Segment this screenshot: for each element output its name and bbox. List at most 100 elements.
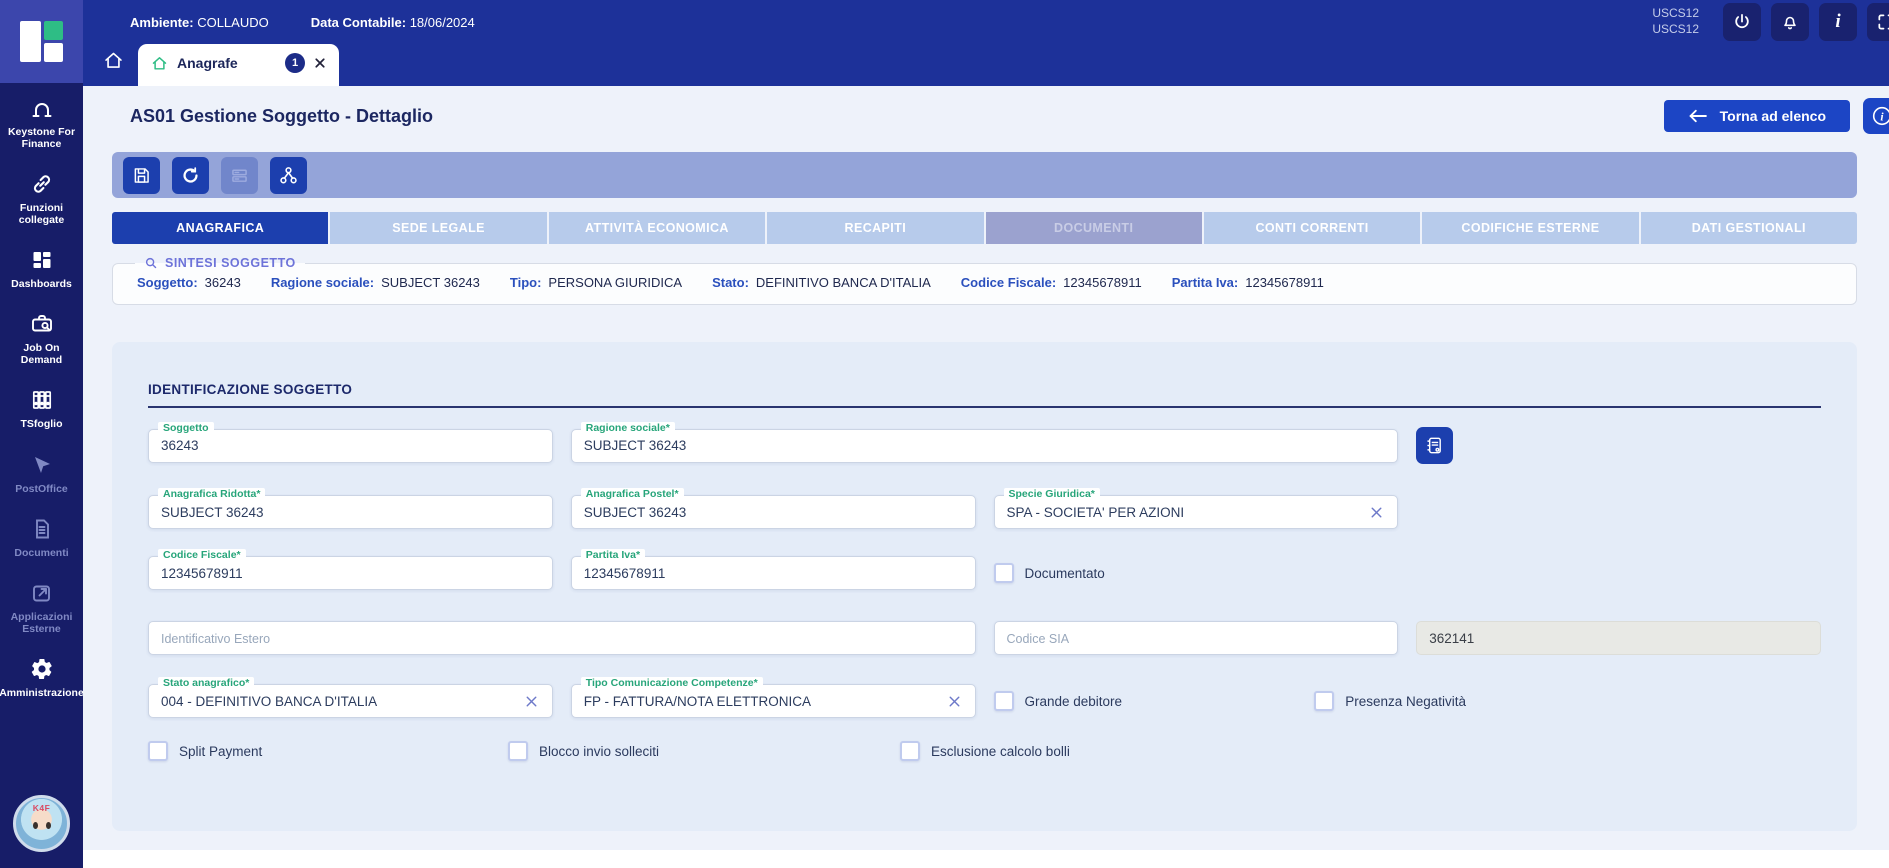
ragione-sociale-field[interactable]: Ragione sociale* <box>570 421 1399 463</box>
refresh-button[interactable] <box>172 156 209 194</box>
share-button[interactable] <box>270 156 307 194</box>
esclusione-calcolo-bolli-checkbox[interactable]: Esclusione calcolo bolli <box>900 741 1070 761</box>
partita-iva-field[interactable]: Partita Iva* <box>570 549 976 590</box>
notifications-bell-icon[interactable] <box>1771 3 1809 41</box>
external-link-icon <box>29 580 55 606</box>
blocco-invio-solleciti-checkbox[interactable]: Blocco invio solleciti <box>508 741 900 761</box>
rubrica-button[interactable] <box>1416 427 1454 464</box>
info-icon[interactable]: i <box>1819 3 1857 41</box>
sidebar-item-funzioni-collegate[interactable]: Funzioni collegate <box>0 169 83 228</box>
readonly-code-value <box>1429 630 1808 646</box>
sidebar-item-postoffice[interactable]: PostOffice <box>0 450 83 497</box>
tab-sede-legale[interactable]: SEDE LEGALE <box>330 212 547 244</box>
sidebar-item-dashboards[interactable]: Dashboards <box>0 245 83 292</box>
page-info-button[interactable]: i <box>1863 98 1889 134</box>
logo-block <box>20 21 41 62</box>
sidebar-item-amministrazione[interactable]: Amministrazione <box>0 654 84 701</box>
anagrafica-ridotta-input[interactable] <box>161 504 540 520</box>
specie-giuridica-field[interactable]: Specie Giuridica* <box>993 488 1399 529</box>
data-contabile-info: Data Contabile: 18/06/2024 <box>310 14 475 30</box>
sintesi-soggetto-panel: SINTESI SOGGETTO Soggetto: 36243 Ragione … <box>112 256 1857 305</box>
torna-ad-elenco-button[interactable]: Torna ad elenco <box>1663 100 1850 132</box>
tab-codifiche-esterne[interactable]: CODIFICHE ESTERNE <box>1422 212 1639 244</box>
dashboard-grid-icon <box>29 247 55 273</box>
identificativo-estero-field[interactable] <box>148 621 976 655</box>
sidebar-nav: Keystone For Finance Funzioni collegate … <box>0 93 84 701</box>
tab-anagrafica[interactable]: ANAGRAFICA <box>112 212 329 244</box>
sidebar-item-documenti[interactable]: Documenti <box>0 514 83 561</box>
tab-documenti: DOCUMENTI <box>985 212 1202 244</box>
split-payment-checkbox-input[interactable] <box>148 741 168 761</box>
presenza-negativita-checkbox[interactable]: Presenza Negatività <box>1314 691 1821 711</box>
sidebar-item-tsfoglio[interactable]: TSfoglio <box>0 385 83 432</box>
anagrafica-postel-input[interactable] <box>583 504 963 520</box>
tab-dati-gestionali[interactable]: DATI GESTIONALI <box>1640 212 1857 244</box>
tab-recapiti[interactable]: RECAPITI <box>767 212 984 244</box>
app-window: Keystone For Finance Funzioni collegate … <box>0 0 1889 868</box>
anagrafica-postel-field[interactable]: Anagrafica Postel* <box>570 488 976 529</box>
user-avatar[interactable]: K4F <box>13 795 70 852</box>
logo-blocks <box>44 21 63 62</box>
topbar-tab-row: Anagrafe 1 <box>83 44 1889 86</box>
specie-giuridica-input[interactable] <box>1006 504 1361 520</box>
tab-anagrafe[interactable]: Anagrafe 1 <box>138 44 339 86</box>
topbar-info-row: Ambiente: COLLAUDO Data Contabile: 18/06… <box>83 0 1889 44</box>
ragione-sociale-input[interactable] <box>583 438 1386 453</box>
list-button <box>221 156 258 194</box>
partita-iva-input[interactable] <box>583 565 963 581</box>
soggetto-input[interactable] <box>161 438 540 453</box>
codice-fiscale-input[interactable] <box>161 565 540 581</box>
sidebar-item-applicazioni-esterne[interactable]: Applicazioni Esterne <box>0 578 83 637</box>
share-nodes-icon <box>280 166 297 183</box>
app-logo[interactable] <box>0 0 83 83</box>
codice-fiscale-field[interactable]: Codice Fiscale* <box>148 549 553 590</box>
codice-sia-field[interactable] <box>993 621 1399 655</box>
action-toolbar <box>112 152 1857 198</box>
ambiente-info: Ambiente: COLLAUDO <box>130 14 269 30</box>
codice-sia-input[interactable] <box>1006 630 1386 646</box>
documentato-checkbox-input[interactable] <box>993 563 1014 583</box>
presenza-negativita-checkbox-input[interactable] <box>1314 691 1335 711</box>
tab-conti-correnti[interactable]: CONTI CORRENTI <box>1203 212 1421 244</box>
document-icon <box>29 516 55 542</box>
svg-text:i: i <box>1880 111 1884 123</box>
sidebar-item-job-on-demand[interactable]: Job On Demand <box>0 309 83 368</box>
stato-anagrafico-field[interactable]: Stato anagrafico* <box>148 677 553 718</box>
identificativo-estero-input[interactable] <box>161 630 963 646</box>
info-circle-icon: i <box>1872 106 1889 126</box>
readonly-code-field <box>1416 621 1821 655</box>
blocco-invio-solleciti-checkbox-input[interactable] <box>508 741 528 761</box>
sidebar-item-keystone-for-finance[interactable]: Keystone For Finance <box>0 93 83 152</box>
binders-icon <box>29 387 55 413</box>
clear-icon[interactable] <box>523 693 540 710</box>
sidebar: Keystone For Finance Funzioni collegate … <box>0 0 84 868</box>
sintesi-values: Soggetto: 36243 Ragione sociale: SUBJECT 3… <box>137 275 1324 290</box>
documentato-checkbox[interactable]: Documentato <box>993 563 1399 583</box>
clear-icon[interactable] <box>946 693 963 710</box>
save-icon <box>134 167 149 183</box>
page-title: AS01 Gestione Soggetto - Dettaglio <box>130 105 434 126</box>
server-rows-icon <box>232 169 247 182</box>
tipo-comunicazione-input[interactable] <box>583 693 938 709</box>
main-area: AS01 Gestione Soggetto - Dettaglio Torna… <box>83 82 1889 868</box>
esclusione-calcolo-bolli-checkbox-input[interactable] <box>900 741 920 761</box>
grande-debitore-checkbox-input[interactable] <box>993 691 1014 711</box>
user-code: USCS12 USCS12 <box>1652 6 1699 36</box>
refresh-icon <box>183 166 198 183</box>
close-icon[interactable] <box>314 57 326 69</box>
anagrafica-ridotta-field[interactable]: Anagrafica Ridotta* <box>148 488 553 529</box>
clear-icon[interactable] <box>1368 504 1385 521</box>
power-icon[interactable] <box>1723 3 1761 41</box>
sintesi-legend: SINTESI SOGGETTO <box>135 256 305 270</box>
tab-attivita-economica[interactable]: ATTIVITÀ ECONOMICA <box>548 212 766 244</box>
identificazione-soggetto-panel: IDENTIFICAZIONE SOGGETTO Soggetto Ragion… <box>112 342 1857 831</box>
briefcase-search-icon <box>29 311 55 337</box>
soggetto-field[interactable]: Soggetto <box>148 421 553 463</box>
tipo-comunicazione-field[interactable]: Tipo Comunicazione Competenze* <box>570 677 976 718</box>
stato-anagrafico-input[interactable] <box>161 693 515 709</box>
split-payment-checkbox[interactable]: Split Payment <box>148 741 508 761</box>
save-button[interactable] <box>123 156 160 194</box>
fullscreen-icon[interactable] <box>1867 3 1889 41</box>
send-icon <box>29 452 55 478</box>
home-icon[interactable] <box>100 47 126 77</box>
